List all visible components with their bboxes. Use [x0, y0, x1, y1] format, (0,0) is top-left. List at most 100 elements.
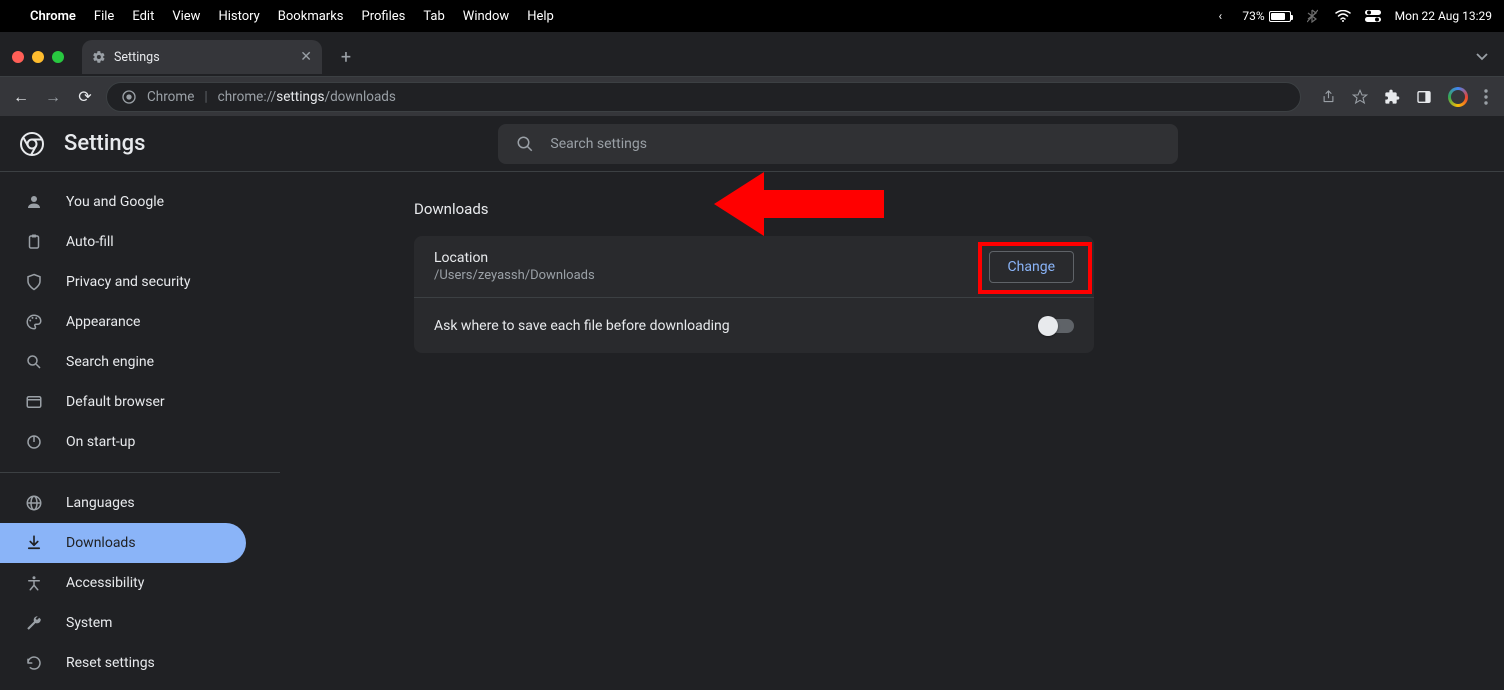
globe-icon: [24, 494, 44, 512]
control-center-icon[interactable]: [1365, 8, 1381, 24]
search-icon: [24, 353, 44, 371]
chrome-menu-icon[interactable]: [1484, 89, 1488, 105]
browser-tab[interactable]: Settings ✕: [82, 40, 322, 74]
menubar-item-edit[interactable]: Edit: [132, 9, 154, 24]
window-maximize-button[interactable]: [52, 51, 64, 63]
section-title: Downloads: [414, 200, 1504, 218]
search-placeholder: Search settings: [550, 136, 647, 152]
new-tab-button[interactable]: +: [332, 43, 360, 71]
menubar-item-profiles[interactable]: Profiles: [362, 9, 406, 24]
sidebar-item-default-browser[interactable]: Default browser: [0, 382, 246, 422]
browser-toolbar: ← → ⟳ Chrome | chrome://settings/downloa…: [0, 76, 1504, 116]
restore-icon: [24, 654, 44, 672]
sidebar-item-label: On start-up: [66, 434, 135, 450]
sidebar-item-system[interactable]: System: [0, 603, 246, 643]
site-info-icon[interactable]: [121, 89, 137, 105]
power-icon: [24, 433, 44, 451]
menubar-datetime[interactable]: Mon 22 Aug 13:29: [1395, 9, 1492, 23]
sidebar-item-label: Default browser: [66, 394, 165, 410]
sidebar-item-privacy[interactable]: Privacy and security: [0, 262, 246, 302]
palette-icon: [24, 313, 44, 331]
ask-before-download-row: Ask where to save each file before downl…: [414, 297, 1094, 353]
search-icon: [516, 135, 534, 153]
window-close-button[interactable]: [12, 51, 24, 63]
sidebar-item-label: Search engine: [66, 354, 154, 370]
omnibox-path-rest: /downloads: [325, 89, 396, 105]
sidebar-item-downloads[interactable]: Downloads: [0, 523, 246, 563]
address-bar[interactable]: Chrome | chrome://settings/downloads: [106, 82, 1301, 112]
reload-button[interactable]: ⟳: [74, 87, 96, 106]
omnibox-scheme: chrome://: [218, 89, 277, 105]
wrench-icon: [24, 614, 44, 632]
sidebar-item-accessibility[interactable]: Accessibility: [0, 563, 246, 603]
bookmark-star-icon[interactable]: [1352, 89, 1368, 105]
settings-title: Settings: [64, 131, 145, 156]
sidebar-item-label: Appearance: [66, 314, 140, 330]
wifi-icon[interactable]: [1335, 8, 1351, 24]
ask-toggle[interactable]: [1040, 319, 1074, 333]
sidebar-item-label: System: [66, 615, 112, 631]
person-icon: [24, 193, 44, 211]
menubar-item-view[interactable]: View: [172, 9, 200, 24]
location-label: Location: [434, 250, 989, 266]
sidebar-item-languages[interactable]: Languages: [0, 483, 246, 523]
extensions-icon[interactable]: [1384, 89, 1400, 105]
sidebar-item-search-engine[interactable]: Search engine: [0, 342, 246, 382]
ask-label: Ask where to save each file before downl…: [434, 318, 1040, 334]
sidebar-item-label: Privacy and security: [66, 274, 190, 290]
sidebar-item-autofill[interactable]: Auto-fill: [0, 222, 246, 262]
menubar-app-name[interactable]: Chrome: [30, 9, 76, 24]
share-icon[interactable]: [1321, 89, 1336, 104]
chevron-left-icon[interactable]: ‹: [1212, 8, 1228, 24]
battery-percentage: 73%: [1242, 9, 1264, 23]
side-panel-icon[interactable]: [1416, 89, 1432, 105]
sidebar-item-label: Accessibility: [66, 575, 144, 591]
menubar-item-tab[interactable]: Tab: [423, 9, 444, 24]
macos-menubar: Chrome File Edit View History Bookmarks …: [0, 0, 1504, 32]
forward-button: →: [42, 87, 64, 107]
settings-page: Settings Search settings You and Google …: [0, 116, 1504, 690]
omnibox-url: chrome://settings/downloads: [218, 89, 396, 105]
window-minimize-button[interactable]: [32, 51, 44, 63]
back-button[interactable]: ←: [10, 87, 32, 107]
sidebar-item-label: Auto-fill: [66, 234, 114, 250]
settings-main: Downloads Location /Users/zeyassh/Downlo…: [280, 172, 1504, 690]
clipboard-icon: [24, 233, 44, 251]
sidebar-item-reset[interactable]: Reset settings: [0, 643, 246, 683]
tab-title: Settings: [114, 50, 160, 65]
sidebar-item-startup[interactable]: On start-up: [0, 422, 246, 462]
settings-search-input[interactable]: Search settings: [498, 124, 1178, 164]
omnibox-path-highlight: settings: [276, 89, 324, 105]
sidebar-item-label: Reset settings: [66, 655, 155, 671]
menubar-item-window[interactable]: Window: [463, 9, 509, 24]
sidebar-item-appearance[interactable]: Appearance: [0, 302, 246, 342]
menubar-item-file[interactable]: File: [94, 9, 114, 24]
sidebar-item-label: You and Google: [66, 194, 164, 210]
chrome-window-chrome: Settings ✕ + ← → ⟳ Chrome | chrome://set…: [0, 32, 1504, 116]
tab-close-button[interactable]: ✕: [300, 49, 312, 65]
window-traffic-lights: [8, 51, 72, 63]
omnibox-separator: |: [204, 89, 207, 105]
omnibox-site: Chrome: [147, 89, 194, 105]
download-icon: [24, 534, 44, 552]
profile-avatar[interactable]: [1448, 87, 1468, 107]
menubar-item-help[interactable]: Help: [527, 9, 554, 24]
settings-sidebar: You and Google Auto-fill Privacy and sec…: [0, 172, 280, 690]
sidebar-item-label: Languages: [66, 495, 135, 511]
menubar-item-bookmarks[interactable]: Bookmarks: [278, 9, 344, 24]
change-location-button[interactable]: Change: [989, 251, 1074, 283]
shield-icon: [24, 273, 44, 291]
menubar-item-history[interactable]: History: [218, 9, 259, 24]
accessibility-icon: [24, 574, 44, 592]
annotation-arrow-icon: [714, 164, 894, 244]
bluetooth-off-icon[interactable]: [1305, 8, 1321, 24]
browser-icon: [24, 393, 44, 411]
tabs-overflow-icon[interactable]: [1476, 53, 1496, 61]
battery-icon[interactable]: [1269, 11, 1291, 22]
sidebar-divider: [0, 472, 280, 473]
chrome-logo-icon: [20, 132, 44, 156]
download-location-row: Location /Users/zeyassh/Downloads Change: [414, 236, 1094, 297]
sidebar-item-label: Downloads: [66, 535, 136, 551]
sidebar-item-you-and-google[interactable]: You and Google: [0, 182, 246, 222]
downloads-card: Location /Users/zeyassh/Downloads Change…: [414, 236, 1094, 353]
